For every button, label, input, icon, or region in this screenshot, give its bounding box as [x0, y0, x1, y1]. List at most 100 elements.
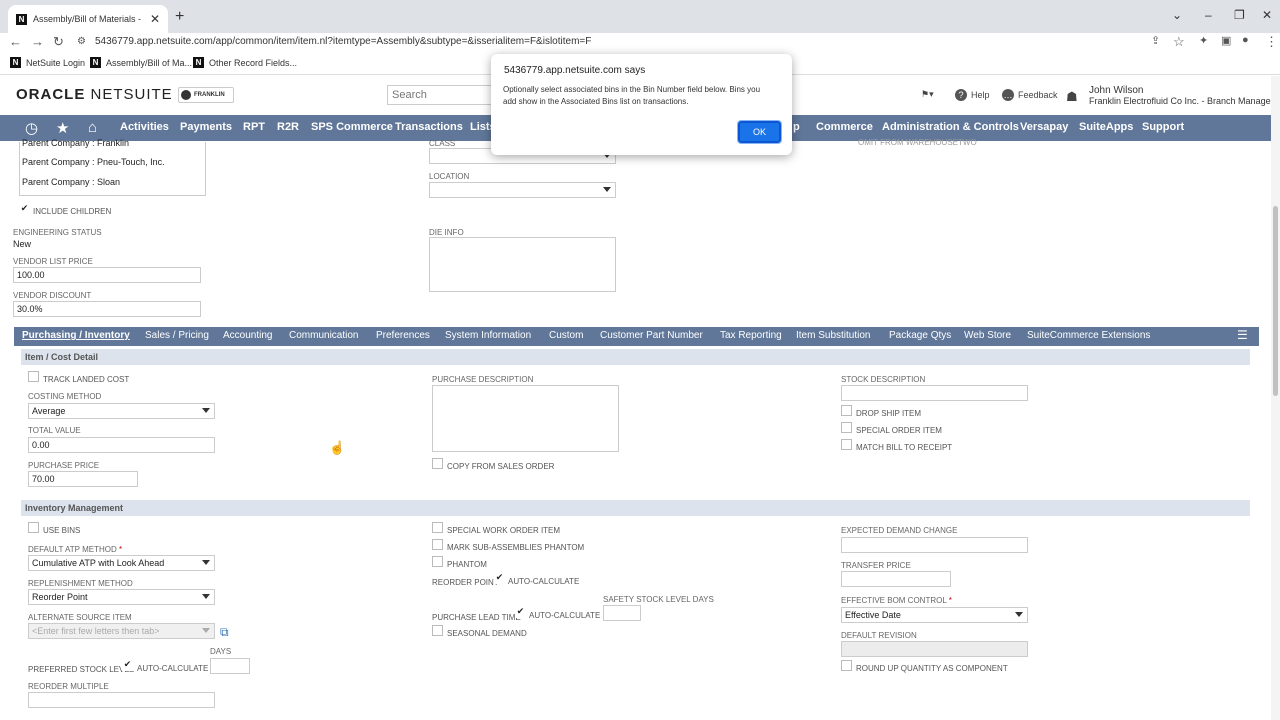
menu-rpt[interactable]: RPT [243, 121, 265, 133]
menu-administration[interactable]: Administration & Controls [882, 121, 1019, 133]
restore-icon[interactable]: ❐ [1234, 8, 1245, 22]
help-link[interactable]: ? Help [955, 89, 990, 101]
profile-icon[interactable]: ● [1242, 34, 1249, 46]
menu-setup-partial[interactable]: p [793, 121, 800, 133]
menu-activities[interactable]: Activities [120, 121, 169, 133]
purchase-price-field[interactable]: 70.00 [28, 471, 138, 487]
use-bins-checkbox[interactable] [28, 522, 39, 533]
tab-purchasing-inventory[interactable]: Purchasing / Inventory [22, 330, 130, 341]
drop-ship-checkbox[interactable] [841, 405, 852, 416]
list-item[interactable]: Parent Company : Sloan [22, 177, 120, 187]
recent-records-icon[interactable]: ⚑▾ [921, 89, 934, 100]
open-link-icon[interactable]: ⧉ [220, 625, 229, 640]
copy-from-sales-order-checkbox[interactable] [432, 458, 443, 469]
list-item[interactable]: Parent Company : Pneu-Touch, Inc. [22, 157, 165, 167]
bookmark-netsuite-login[interactable]: N NetSuite Login [10, 57, 85, 68]
tab-package-qtys[interactable]: Package Qtys [889, 330, 951, 341]
oracle-netsuite-logo[interactable]: ORACLE NETSUITE [16, 86, 173, 103]
bookmark-other-record-fields[interactable]: N Other Record Fields... [193, 57, 297, 68]
total-value-field[interactable]: 0.00 [28, 437, 215, 453]
track-landed-cost-checkbox[interactable] [28, 371, 39, 382]
menu-r2r[interactable]: R2R [277, 121, 299, 133]
tab-tax-reporting[interactable]: Tax Reporting [720, 330, 782, 341]
reorder-multiple-field[interactable] [28, 692, 215, 708]
tab-web-store[interactable]: Web Store [964, 330, 1011, 341]
favorites-star-icon[interactable]: ★ [56, 119, 69, 137]
menu-suiteapps[interactable]: SuiteApps [1079, 121, 1133, 133]
close-tab-icon[interactable]: ✕ [150, 12, 160, 26]
menu-versapay[interactable]: Versapay [1020, 121, 1068, 133]
default-atp-select[interactable]: Cumulative ATP with Look Ahead [28, 555, 215, 571]
chevron-down-icon[interactable]: ⌄ [1172, 8, 1182, 22]
expected-demand-field[interactable] [841, 537, 1028, 553]
alt-source-select[interactable]: <Enter first few letters then tab> [28, 623, 215, 639]
tab-sales-pricing[interactable]: Sales / Pricing [145, 330, 209, 341]
new-tab-icon[interactable]: + [175, 8, 184, 26]
preferred-stock-auto-checkbox[interactable]: ✔ [122, 660, 133, 671]
parent-company-list[interactable] [19, 142, 206, 196]
tab-item-substitution[interactable]: Item Substitution [796, 330, 870, 341]
feedback-link[interactable]: … Feedback [1002, 89, 1058, 101]
reorder-point-auto-checkbox[interactable]: ✔ [494, 573, 505, 584]
list-item[interactable]: Parent Company : Franklin [22, 138, 129, 148]
close-window-icon[interactable]: ✕ [1262, 8, 1272, 22]
menu-commerce[interactable]: Commerce [816, 121, 873, 133]
tab-preferences[interactable]: Preferences [376, 330, 430, 341]
bookmark-assembly[interactable]: N Assembly/Bill of Ma... [90, 57, 192, 68]
site-info-icon[interactable]: ⚙ [77, 36, 86, 47]
menu-payments[interactable]: Payments [180, 121, 232, 133]
transfer-price-field[interactable] [841, 571, 951, 587]
tab-customer-part-number[interactable]: Customer Part Number [600, 330, 703, 341]
safety-stock-days-field[interactable] [603, 605, 641, 621]
replenishment-select[interactable]: Reorder Point [28, 589, 215, 605]
seasonal-demand-checkbox[interactable] [432, 625, 443, 636]
menu-sps-commerce[interactable]: SPS Commerce [311, 121, 393, 133]
url-field[interactable]: 5436779.app.netsuite.com/app/common/item… [95, 36, 591, 47]
die-info-textarea[interactable] [429, 237, 616, 292]
tab-communication[interactable]: Communication [289, 330, 358, 341]
menu-transactions[interactable]: Transactions [395, 121, 463, 133]
tab-system-information[interactable]: System Information [445, 330, 531, 341]
days-field[interactable] [210, 658, 250, 674]
vendor-list-price-field[interactable]: 100.00 [13, 267, 201, 283]
home-icon[interactable]: ⌂ [88, 119, 97, 136]
match-bill-checkbox[interactable] [841, 439, 852, 450]
ok-button[interactable]: OK [737, 120, 782, 144]
tab-custom[interactable]: Custom [549, 330, 583, 341]
user-menu[interactable]: John Wilson Franklin Electrofluid Co Inc.… [1089, 85, 1274, 107]
extensions-icon[interactable]: ✦ [1199, 34, 1208, 47]
scrollbar[interactable] [1271, 76, 1280, 720]
global-search-input[interactable] [387, 85, 497, 105]
tab-suitecommerce-extensions[interactable]: SuiteCommerce Extensions [1027, 330, 1150, 341]
location-select[interactable] [429, 182, 616, 198]
bookmark-star-icon[interactable]: ☆ [1173, 34, 1185, 50]
purchase-description-textarea[interactable] [432, 385, 619, 452]
vendor-discount-field[interactable]: 30.0% [13, 301, 201, 317]
round-up-checkbox[interactable] [841, 660, 852, 671]
browser-tab[interactable]: N Assembly/Bill of Materials - NetS ✕ [8, 5, 168, 33]
tab-accounting[interactable]: Accounting [223, 330, 272, 341]
menu-dots-icon[interactable]: ⋮ [1265, 34, 1278, 50]
stock-description-field[interactable] [841, 385, 1028, 401]
lead-time-auto-checkbox[interactable]: ✔ [515, 607, 526, 618]
special-work-order-checkbox[interactable] [432, 522, 443, 533]
tab-list-icon[interactable]: ☰ [1237, 328, 1248, 342]
costing-method-select[interactable]: Average [28, 403, 215, 419]
reload-icon[interactable]: ↻ [53, 34, 64, 50]
phantom-checkbox[interactable] [432, 556, 443, 567]
include-children-checkbox[interactable]: ✔ [19, 204, 30, 215]
replenishment-label: REPLENISHMENT METHOD [28, 579, 133, 588]
mark-sub-assemblies-checkbox[interactable] [432, 539, 443, 550]
default-revision-field[interactable] [841, 641, 1028, 657]
user-roles-icon[interactable]: ☗ [1066, 89, 1078, 105]
effective-bom-select[interactable]: Effective Date [841, 607, 1028, 623]
sidebar-icon[interactable]: ▣ [1221, 34, 1231, 47]
menu-support[interactable]: Support [1142, 121, 1184, 133]
back-icon[interactable]: ← [9, 34, 22, 49]
scrollbar-thumb[interactable] [1273, 206, 1278, 396]
share-icon[interactable]: ⇪ [1151, 34, 1160, 47]
forward-icon[interactable]: → [31, 34, 44, 49]
special-order-checkbox[interactable] [841, 422, 852, 433]
recent-icon[interactable]: ◷ [25, 119, 38, 137]
minimize-icon[interactable]: – [1205, 8, 1212, 22]
